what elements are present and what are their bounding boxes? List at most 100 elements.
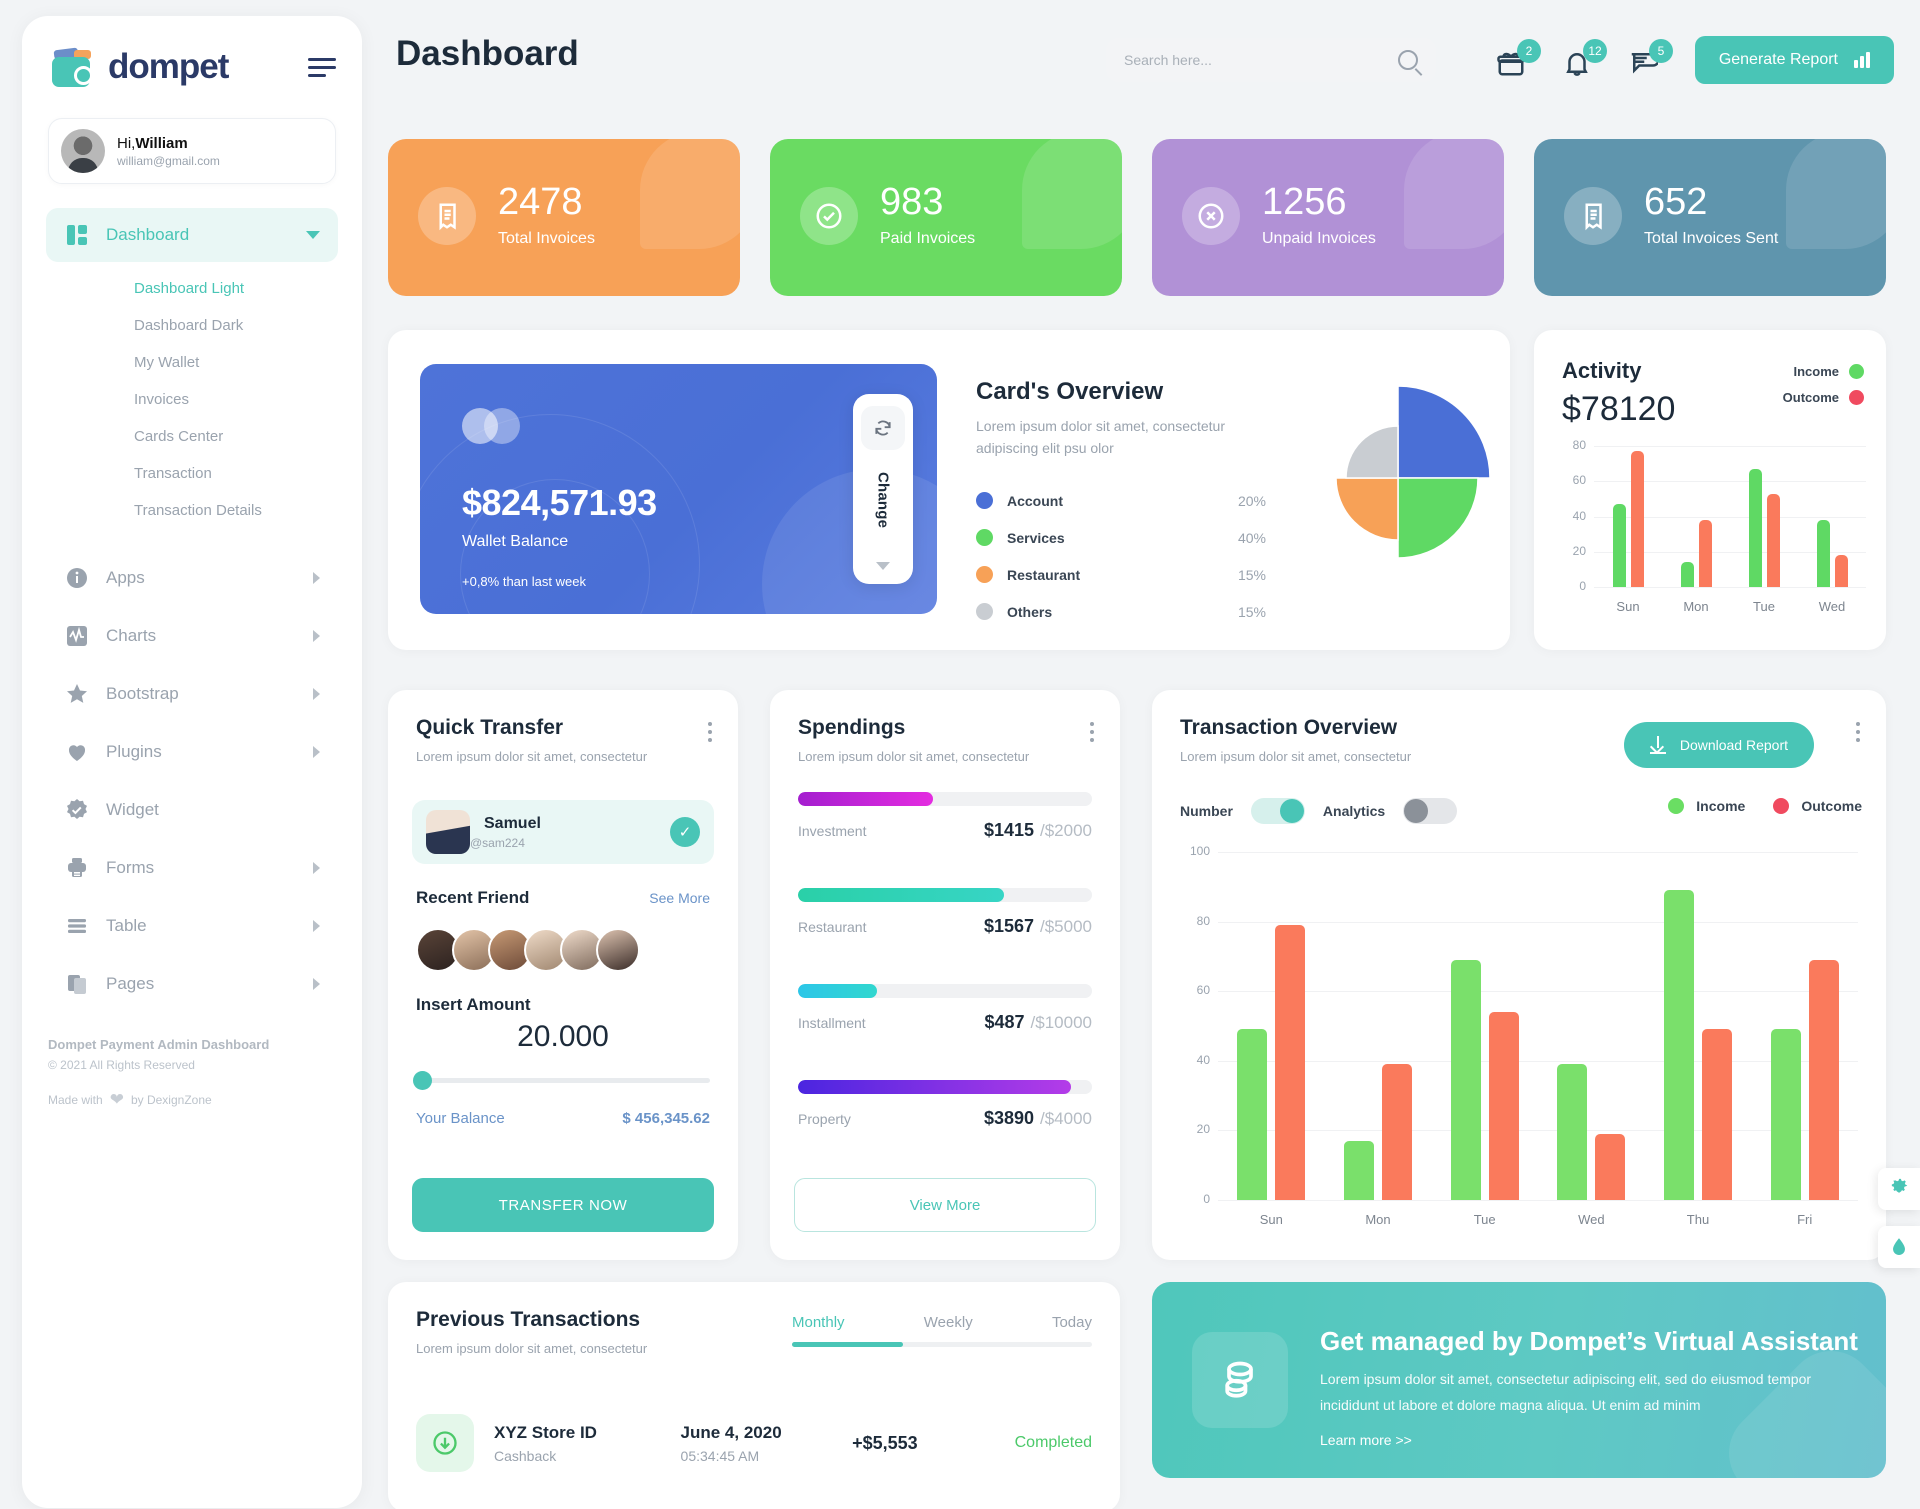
change-label: Change <box>874 472 892 529</box>
invoice-icon <box>418 186 476 245</box>
legend-label: Services <box>1007 529 1065 546</box>
pages-icon <box>64 971 90 997</box>
transaction-type: Cashback <box>494 1447 557 1464</box>
chart-pulse-icon <box>64 623 90 649</box>
coins-icon <box>1192 1332 1288 1428</box>
friend-avatar-list[interactable] <box>416 928 640 972</box>
x-circle-icon <box>1182 186 1240 245</box>
chevron-right-icon <box>313 978 320 990</box>
virtual-assistant-description: Lorem ipsum dolor sit amet, consectetur … <box>1320 1371 1812 1413</box>
download-report-label: Download Report <box>1679 737 1788 753</box>
recent-friend-row: Recent Friend See More <box>416 888 710 908</box>
sidebar-item-forms[interactable]: Forms <box>46 839 338 897</box>
progress-fill <box>798 984 878 998</box>
avatar[interactable] <box>596 928 640 972</box>
sidebar-subitem-dashboard-dark[interactable]: Dashboard Dark <box>22 307 362 344</box>
bar <box>1595 1133 1626 1200</box>
download-report-button[interactable]: Download Report <box>1623 722 1814 768</box>
table-row[interactable]: XYZ Store ID Cashback June 4, 2020 05:34… <box>416 1414 1092 1472</box>
y-axis-tick-label: 80 <box>1572 438 1586 452</box>
stat-card-total-invoices-sent[interactable]: 652 Total Invoices Sent <box>1534 139 1886 296</box>
sidebar-item-widget[interactable]: Widget <box>46 781 338 839</box>
tab-weekly[interactable]: Weekly <box>924 1314 973 1331</box>
tab-indicator <box>792 1342 903 1347</box>
status-badge: Completed <box>1014 1434 1092 1451</box>
sidebar-subitem-cards-center[interactable]: Cards Center <box>22 418 362 455</box>
chevron-down-icon[interactable] <box>876 562 890 570</box>
profile-card[interactable]: Hi,William william@gmail.com <box>48 118 336 184</box>
see-more-link[interactable]: See More <box>649 890 710 906</box>
view-more-button[interactable]: View More <box>794 1178 1096 1232</box>
selected-recipient[interactable]: Samuel @sam224 ✓ <box>412 800 714 864</box>
change-card-button[interactable]: Change <box>853 394 913 584</box>
progress-track <box>798 792 1092 806</box>
cards-overview-legend: Account 20% Services 40% Restaurant 15% … <box>976 482 1266 630</box>
quick-transfer-more-icon[interactable] <box>708 722 712 742</box>
sidebar-item-charts[interactable]: Charts <box>46 607 338 665</box>
grid-line <box>1218 1200 1858 1201</box>
toggle-analytics[interactable] <box>1403 798 1458 824</box>
previous-transactions-panel: Previous Transactions Lorem ipsum dolor … <box>388 1282 1120 1509</box>
legend-label: Income <box>1696 798 1746 814</box>
sidebar-item-plugins[interactable]: Plugins <box>46 723 338 781</box>
legend-item-outcome: Outcome <box>1783 384 1864 410</box>
transaction-date: June 4, 2020 <box>680 1422 782 1442</box>
stat-card-paid-invoices[interactable]: 983 Paid Invoices <box>770 139 1122 296</box>
virtual-assistant-banner[interactable]: Get managed by Dompet’s Virtual Assistan… <box>1152 1282 1886 1478</box>
stat-card-unpaid-invoices[interactable]: 1256 Unpaid Invoices <box>1152 139 1504 296</box>
legend-label: Others <box>1007 603 1053 620</box>
amount-slider[interactable] <box>413 1071 710 1090</box>
bar <box>1816 520 1830 587</box>
header: Dashboard 2 12 5 Generate Report <box>388 24 1894 94</box>
legend-item-income: Income <box>1783 358 1864 384</box>
tab-today[interactable]: Today <box>1052 1314 1092 1331</box>
sidebar-item-table[interactable]: Table <box>46 897 338 955</box>
spending-total: /$4000 <box>1040 1109 1092 1128</box>
stat-value: 2478 <box>498 181 583 223</box>
learn-more-link[interactable]: Learn more >> <box>1320 1432 1412 1448</box>
footer-credit: Made with ❤ by DexignZone <box>48 1090 336 1110</box>
transaction-overview-more-icon[interactable] <box>1856 722 1860 742</box>
bell-icon[interactable]: 12 <box>1562 39 1607 84</box>
sidebar-submenu: Dashboard Light Dashboard Dark My Wallet… <box>22 262 362 535</box>
menu-toggle-icon[interactable] <box>308 57 336 77</box>
transfer-now-button[interactable]: TRANSFER NOW <box>412 1178 714 1232</box>
search-icon[interactable] <box>1398 50 1418 70</box>
legend-item-restaurant: Restaurant 15% <box>976 556 1266 593</box>
amount-value[interactable]: 20.000 <box>388 1020 738 1054</box>
search-box[interactable] <box>1106 38 1436 82</box>
gift-icon[interactable]: 2 <box>1496 39 1541 84</box>
theme-float-button[interactable] <box>1878 1226 1920 1268</box>
message-icon[interactable]: 5 <box>1628 39 1673 84</box>
slider-handle[interactable] <box>413 1071 432 1090</box>
sidebar-item-label: Pages <box>106 974 155 993</box>
sidebar-subitem-dashboard-light[interactable]: Dashboard Light <box>22 270 362 307</box>
sidebar-item-dashboard[interactable]: Dashboard <box>46 208 338 262</box>
progress-track <box>798 984 1092 998</box>
footer-made-prefix: Made with <box>48 1093 103 1107</box>
generate-report-button[interactable]: Generate Report <box>1694 36 1894 84</box>
wallet-card[interactable]: $824,571.93 Wallet Balance +0,8% than la… <box>420 364 937 614</box>
grid-line <box>1218 921 1858 923</box>
x-axis-tick-label: Fri <box>1797 1212 1813 1227</box>
sidebar-item-apps[interactable]: Apps <box>46 549 338 607</box>
sidebar-subitem-transaction-details[interactable]: Transaction Details <box>22 492 362 529</box>
sidebar-subitem-transaction[interactable]: Transaction <box>22 455 362 492</box>
toggle-number[interactable] <box>1250 798 1305 824</box>
virtual-assistant-title: Get managed by Dompet’s Virtual Assistan… <box>1320 1326 1858 1356</box>
transaction-overview-subtitle: Lorem ipsum dolor sit amet, consectetur <box>1180 749 1412 764</box>
transaction-name: XYZ Store ID <box>494 1422 597 1442</box>
spendings-more-icon[interactable] <box>1090 722 1094 742</box>
sidebar-subitem-invoices[interactable]: Invoices <box>22 381 362 418</box>
settings-float-button[interactable] <box>1878 1168 1920 1210</box>
tab-monthly[interactable]: Monthly <box>792 1314 845 1331</box>
sidebar-subitem-my-wallet[interactable]: My Wallet <box>22 344 362 381</box>
sidebar-item-pages[interactable]: Pages <box>46 955 338 1013</box>
sidebar-item-bootstrap[interactable]: Bootstrap <box>46 665 338 723</box>
legend-value: 20% <box>1237 492 1266 509</box>
stat-card-total-invoices[interactable]: 2478 Total Invoices <box>388 139 740 296</box>
bar <box>1382 1064 1412 1200</box>
legend-label: Outcome <box>1801 798 1862 814</box>
search-input[interactable] <box>1124 52 1398 68</box>
activity-amount: $78120 <box>1562 390 1676 428</box>
